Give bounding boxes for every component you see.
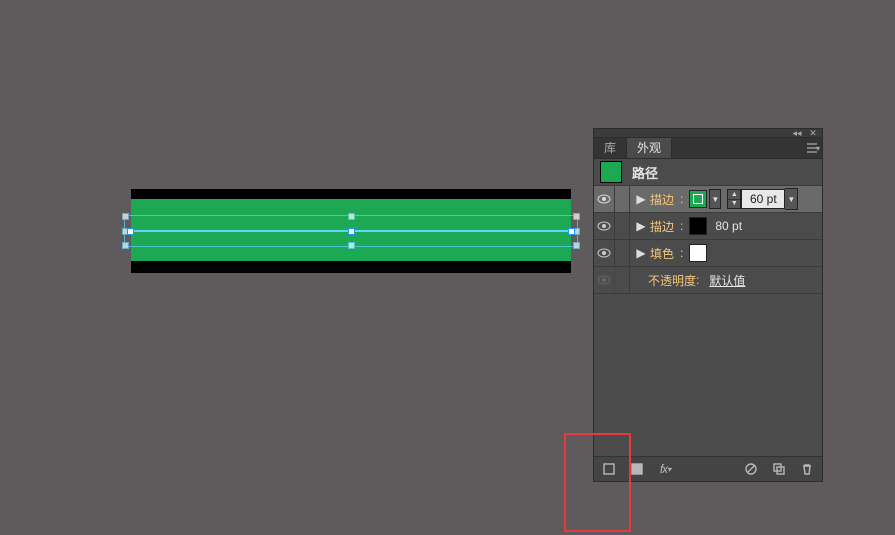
delete-item-icon[interactable] xyxy=(798,460,816,478)
stroke-weight-stepper[interactable]: ▲ ▼ xyxy=(727,189,741,209)
clear-appearance-icon[interactable] xyxy=(742,460,760,478)
label-colon: : xyxy=(696,273,699,287)
stroke-weight-text: 80 pt xyxy=(715,219,742,233)
selection-type-label: 路径 xyxy=(632,163,658,182)
attribute-label: 描边 xyxy=(650,191,674,208)
collapse-panel-icon[interactable]: ◂◂ xyxy=(792,129,802,137)
visibility-toggle-icon[interactable] xyxy=(594,213,615,239)
close-panel-icon[interactable]: ✕ xyxy=(808,129,818,137)
appearance-attribute-list: ▶ 描边 : ▼ ▲ ▼ ▼ ▶ 描边 : 80 pt xyxy=(594,186,822,456)
selection-handle[interactable] xyxy=(573,213,580,220)
expand-row-icon[interactable]: ▶ xyxy=(634,219,648,233)
stroke-weight-input[interactable] xyxy=(741,189,785,209)
attribute-label: 描边 xyxy=(650,218,674,235)
visibility-toggle-icon[interactable] xyxy=(594,267,615,293)
label-colon: : xyxy=(680,192,683,206)
selection-handle[interactable] xyxy=(348,242,355,249)
selection-thumbnail xyxy=(600,161,622,183)
visibility-toggle-icon[interactable] xyxy=(594,186,615,212)
new-fill-icon[interactable] xyxy=(628,460,646,478)
stepper-down-icon[interactable]: ▼ xyxy=(728,200,740,209)
stroke-color-swatch[interactable] xyxy=(689,190,707,208)
expand-row-icon[interactable]: ▶ xyxy=(634,192,648,206)
duplicate-item-icon[interactable] xyxy=(770,460,788,478)
selection-handle[interactable] xyxy=(348,213,355,220)
selection-handle[interactable] xyxy=(122,213,129,220)
visibility-toggle-icon[interactable] xyxy=(594,240,615,266)
panel-group: ◂◂ ✕ 库 外观 ▾ 路径 ▶ 描边 : xyxy=(593,128,823,482)
target-column[interactable] xyxy=(615,186,630,212)
tab-label: 外观 xyxy=(637,141,661,155)
path-anchor[interactable] xyxy=(348,228,355,235)
path-anchor[interactable] xyxy=(127,228,134,235)
attribute-label: 不透明度 xyxy=(648,272,696,289)
target-column[interactable] xyxy=(615,267,630,293)
fx-label: fx xyxy=(660,462,667,476)
stroke-color-swatch[interactable] xyxy=(689,217,707,235)
stepper-up-icon[interactable]: ▲ xyxy=(728,190,740,200)
opacity-value-link[interactable]: 默认值 xyxy=(709,272,745,289)
path-anchor[interactable] xyxy=(568,228,575,235)
canvas-selected-object[interactable] xyxy=(131,189,571,273)
label-colon: : xyxy=(680,219,683,233)
stroke-color-dropdown-icon[interactable]: ▼ xyxy=(709,189,721,209)
appearance-row-stroke[interactable]: ▶ 描边 : 80 pt xyxy=(594,213,822,240)
appearance-row-fill[interactable]: ▶ 填色 : xyxy=(594,240,822,267)
expand-row-icon[interactable]: ▶ xyxy=(634,246,648,260)
tab-appearance[interactable]: 外观 xyxy=(627,138,672,158)
fill-color-swatch[interactable] xyxy=(689,244,707,262)
target-column[interactable] xyxy=(615,240,630,266)
stroke-weight-dropdown-icon[interactable]: ▼ xyxy=(785,188,798,210)
panel-tabs: 库 外观 ▾ xyxy=(594,138,822,159)
appearance-row-stroke[interactable]: ▶ 描边 : ▼ ▲ ▼ ▼ xyxy=(594,186,822,213)
selection-handle[interactable] xyxy=(573,242,580,249)
tab-label: 库 xyxy=(604,141,616,155)
panel-menu-icon[interactable]: ▾ xyxy=(804,138,822,158)
selection-handle[interactable] xyxy=(122,242,129,249)
target-column[interactable] xyxy=(615,213,630,239)
add-effect-icon[interactable]: fx▾ xyxy=(656,460,674,478)
appearance-panel-footer: fx▾ xyxy=(594,456,822,481)
attribute-label: 填色 xyxy=(650,245,674,262)
panel-grip[interactable]: ◂◂ ✕ xyxy=(594,129,822,138)
new-stroke-icon[interactable] xyxy=(600,460,618,478)
appearance-row-opacity[interactable]: 不透明度 : 默认值 xyxy=(594,267,822,294)
appearance-selection-row: 路径 xyxy=(594,159,822,186)
label-colon: : xyxy=(680,246,683,260)
tab-library[interactable]: 库 xyxy=(594,138,627,158)
